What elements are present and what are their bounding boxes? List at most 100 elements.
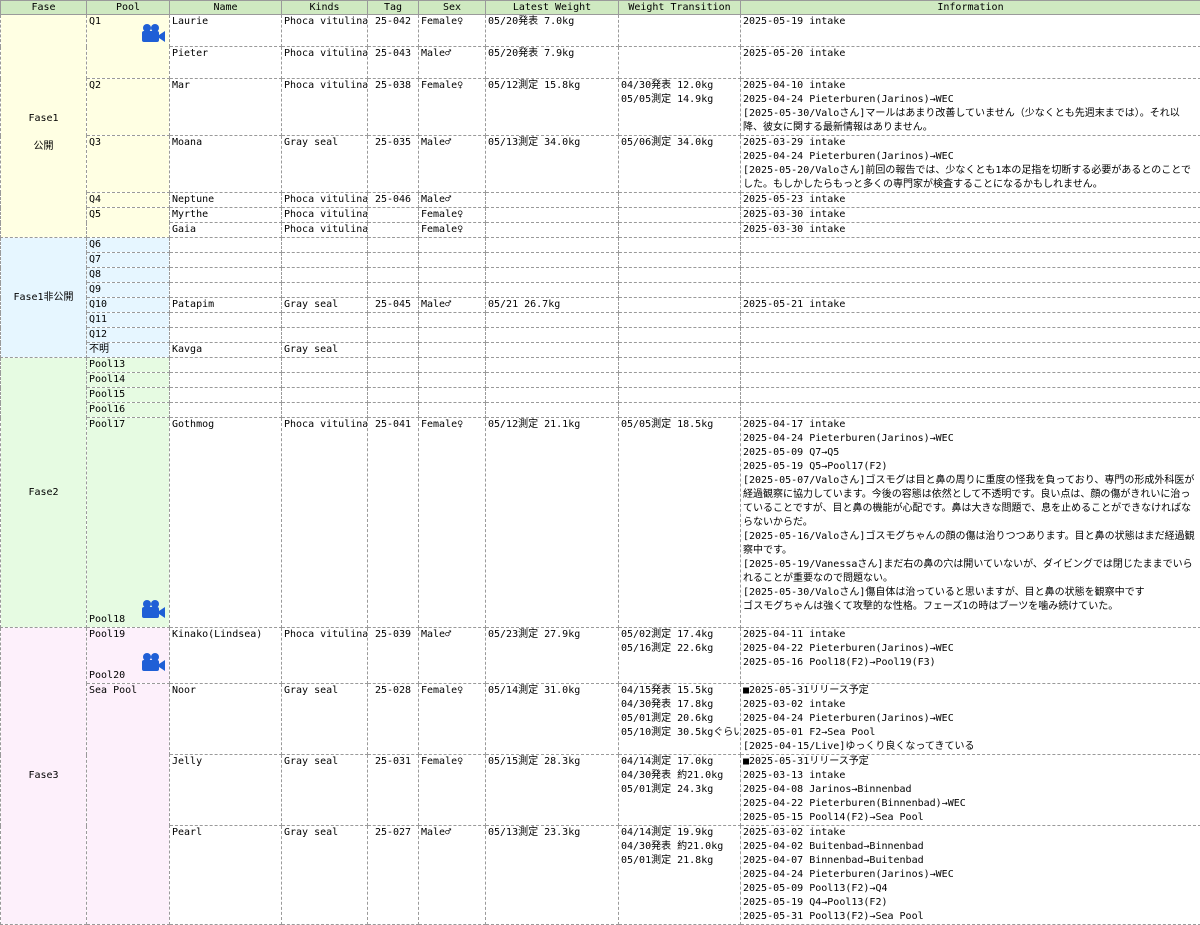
sex-cell[interactable]: Female♀: [419, 208, 486, 223]
col-header-pool[interactable]: Pool: [87, 1, 170, 15]
kinds-cell[interactable]: Phoca vitulina: [282, 628, 368, 684]
information-cell[interactable]: 2025-04-11 intake 2025-04-22 Pieterburen…: [741, 628, 1200, 684]
tag-cell[interactable]: [368, 223, 419, 238]
col-header-name[interactable]: Name: [170, 1, 282, 15]
pool-cell[interactable]: Q9: [87, 283, 170, 298]
weight-transition-cell[interactable]: [619, 47, 741, 79]
pool-cell[interactable]: Pool16: [87, 403, 170, 418]
information-cell[interactable]: 2025-05-19 intake: [741, 15, 1200, 47]
information-cell[interactable]: 2025-03-30 intake: [741, 208, 1200, 223]
weight-transition-cell[interactable]: 05/05測定 18.5kg: [619, 418, 741, 628]
col-header-weight-transition[interactable]: Weight Transition: [619, 1, 741, 15]
latest-weight-cell[interactable]: [486, 193, 619, 208]
pool-cell[interactable]: Q5: [87, 208, 170, 238]
information-cell[interactable]: 2025-03-30 intake: [741, 223, 1200, 238]
tag-cell[interactable]: 25-031: [368, 755, 419, 826]
sex-cell[interactable]: Female♀: [419, 418, 486, 628]
name-cell[interactable]: Pieter: [170, 47, 282, 79]
video-camera-icon[interactable]: [140, 652, 166, 672]
latest-weight-cell[interactable]: 05/15測定 28.3kg: [486, 755, 619, 826]
tag-cell[interactable]: [368, 208, 419, 223]
name-cell[interactable]: Patapim: [170, 298, 282, 313]
pool-cell[interactable]: Q4: [87, 193, 170, 208]
latest-weight-cell[interactable]: [486, 208, 619, 223]
name-cell[interactable]: Moana: [170, 136, 282, 193]
information-cell[interactable]: 2025-03-02 intake 2025-04-02 Buitenbad→B…: [741, 826, 1200, 925]
sex-cell[interactable]: Male♂: [419, 193, 486, 208]
tag-cell[interactable]: 25-041: [368, 418, 419, 628]
sex-cell[interactable]: Male♂: [419, 298, 486, 313]
weight-transition-cell[interactable]: 04/14測定 17.0kg 04/30発表 約21.0kg 05/01測定 2…: [619, 755, 741, 826]
tag-cell[interactable]: 25-027: [368, 826, 419, 925]
fase-cell[interactable]: Fase3: [1, 628, 87, 925]
kinds-cell[interactable]: Gray seal: [282, 684, 368, 755]
video-camera-icon[interactable]: [140, 23, 166, 43]
latest-weight-cell[interactable]: 05/23測定 27.9kg: [486, 628, 619, 684]
weight-transition-cell[interactable]: [619, 15, 741, 47]
kinds-cell[interactable]: Phoca vitulina: [282, 15, 368, 47]
information-cell[interactable]: ■2025-05-31リリース予定 2025-03-02 intake 2025…: [741, 684, 1200, 755]
weight-transition-cell[interactable]: 05/06測定 34.0kg: [619, 136, 741, 193]
weight-transition-cell[interactable]: [619, 208, 741, 223]
sex-cell[interactable]: Female♀: [419, 223, 486, 238]
fase-cell[interactable]: Fase2: [1, 358, 87, 628]
name-cell[interactable]: Gaia: [170, 223, 282, 238]
tag-cell[interactable]: 25-039: [368, 628, 419, 684]
sex-cell[interactable]: Female♀: [419, 755, 486, 826]
latest-weight-cell[interactable]: 05/13測定 34.0kg: [486, 136, 619, 193]
name-cell[interactable]: Noor: [170, 684, 282, 755]
pool-cell[interactable]: Pool19 Pool20: [87, 628, 170, 684]
tag-cell[interactable]: 25-045: [368, 298, 419, 313]
kinds-cell[interactable]: Phoca vitulina: [282, 79, 368, 136]
pool-cell[interactable]: Pool17 Pool18: [87, 418, 170, 628]
col-header-information[interactable]: Information: [741, 1, 1200, 15]
name-cell[interactable]: Myrthe: [170, 208, 282, 223]
col-header-sex[interactable]: Sex: [419, 1, 486, 15]
name-cell[interactable]: Gothmog: [170, 418, 282, 628]
fase-cell[interactable]: Fase1非公開: [1, 238, 87, 358]
information-cell[interactable]: 2025-04-10 intake 2025-04-24 Pieterburen…: [741, 79, 1200, 136]
col-header-fase[interactable]: Fase: [1, 1, 87, 15]
weight-transition-cell[interactable]: [619, 298, 741, 313]
sex-cell[interactable]: Female♀: [419, 79, 486, 136]
weight-transition-cell[interactable]: 04/15発表 15.5kg 04/30発表 17.8kg 05/01測定 20…: [619, 684, 741, 755]
pool-cell[interactable]: Q8: [87, 268, 170, 283]
tag-cell[interactable]: 25-035: [368, 136, 419, 193]
kinds-cell[interactable]: Phoca vitulina: [282, 47, 368, 79]
name-cell[interactable]: Neptune: [170, 193, 282, 208]
pool-cell[interactable]: Sea Pool: [87, 684, 170, 925]
tag-cell[interactable]: 25-028: [368, 684, 419, 755]
kinds-cell[interactable]: Phoca vitulina: [282, 223, 368, 238]
latest-weight-cell[interactable]: 05/21 26.7kg: [486, 298, 619, 313]
col-header-tag[interactable]: Tag: [368, 1, 419, 15]
sex-cell[interactable]: Male♂: [419, 628, 486, 684]
pool-cell[interactable]: Q11: [87, 313, 170, 328]
tag-cell[interactable]: 25-038: [368, 79, 419, 136]
latest-weight-cell[interactable]: 05/12測定 15.8kg: [486, 79, 619, 136]
latest-weight-cell[interactable]: 05/14測定 31.0kg: [486, 684, 619, 755]
name-cell[interactable]: Jelly: [170, 755, 282, 826]
sex-cell[interactable]: Female♀: [419, 15, 486, 47]
information-cell[interactable]: ■2025-05-31リリース予定 2025-03-13 intake 2025…: [741, 755, 1200, 826]
tag-cell[interactable]: 25-043: [368, 47, 419, 79]
sex-cell[interactable]: Female♀: [419, 684, 486, 755]
tag-cell[interactable]: 25-046: [368, 193, 419, 208]
name-cell[interactable]: Kavga: [170, 343, 282, 358]
pool-cell[interactable]: Pool15: [87, 388, 170, 403]
information-cell[interactable]: 2025-05-21 intake: [741, 298, 1200, 313]
name-cell[interactable]: Mar: [170, 79, 282, 136]
weight-transition-cell[interactable]: [619, 223, 741, 238]
fase-cell[interactable]: Fase1 公開: [1, 15, 87, 238]
weight-transition-cell[interactable]: [619, 193, 741, 208]
weight-transition-cell[interactable]: 04/30発表 12.0kg 05/05測定 14.9kg: [619, 79, 741, 136]
weight-transition-cell[interactable]: 04/14測定 19.9kg 04/30発表 約21.0kg 05/01測定 2…: [619, 826, 741, 925]
pool-cell[interactable]: Pool14: [87, 373, 170, 388]
pool-cell[interactable]: Q6: [87, 238, 170, 253]
sex-cell[interactable]: Male♂: [419, 47, 486, 79]
pool-cell[interactable]: Pool13: [87, 358, 170, 373]
latest-weight-cell[interactable]: 05/13測定 23.3kg: [486, 826, 619, 925]
kinds-cell[interactable]: Phoca vitulina: [282, 208, 368, 223]
pool-cell[interactable]: Q12: [87, 328, 170, 343]
col-header-latest-weight[interactable]: Latest Weight: [486, 1, 619, 15]
latest-weight-cell[interactable]: 05/12測定 21.1kg: [486, 418, 619, 628]
